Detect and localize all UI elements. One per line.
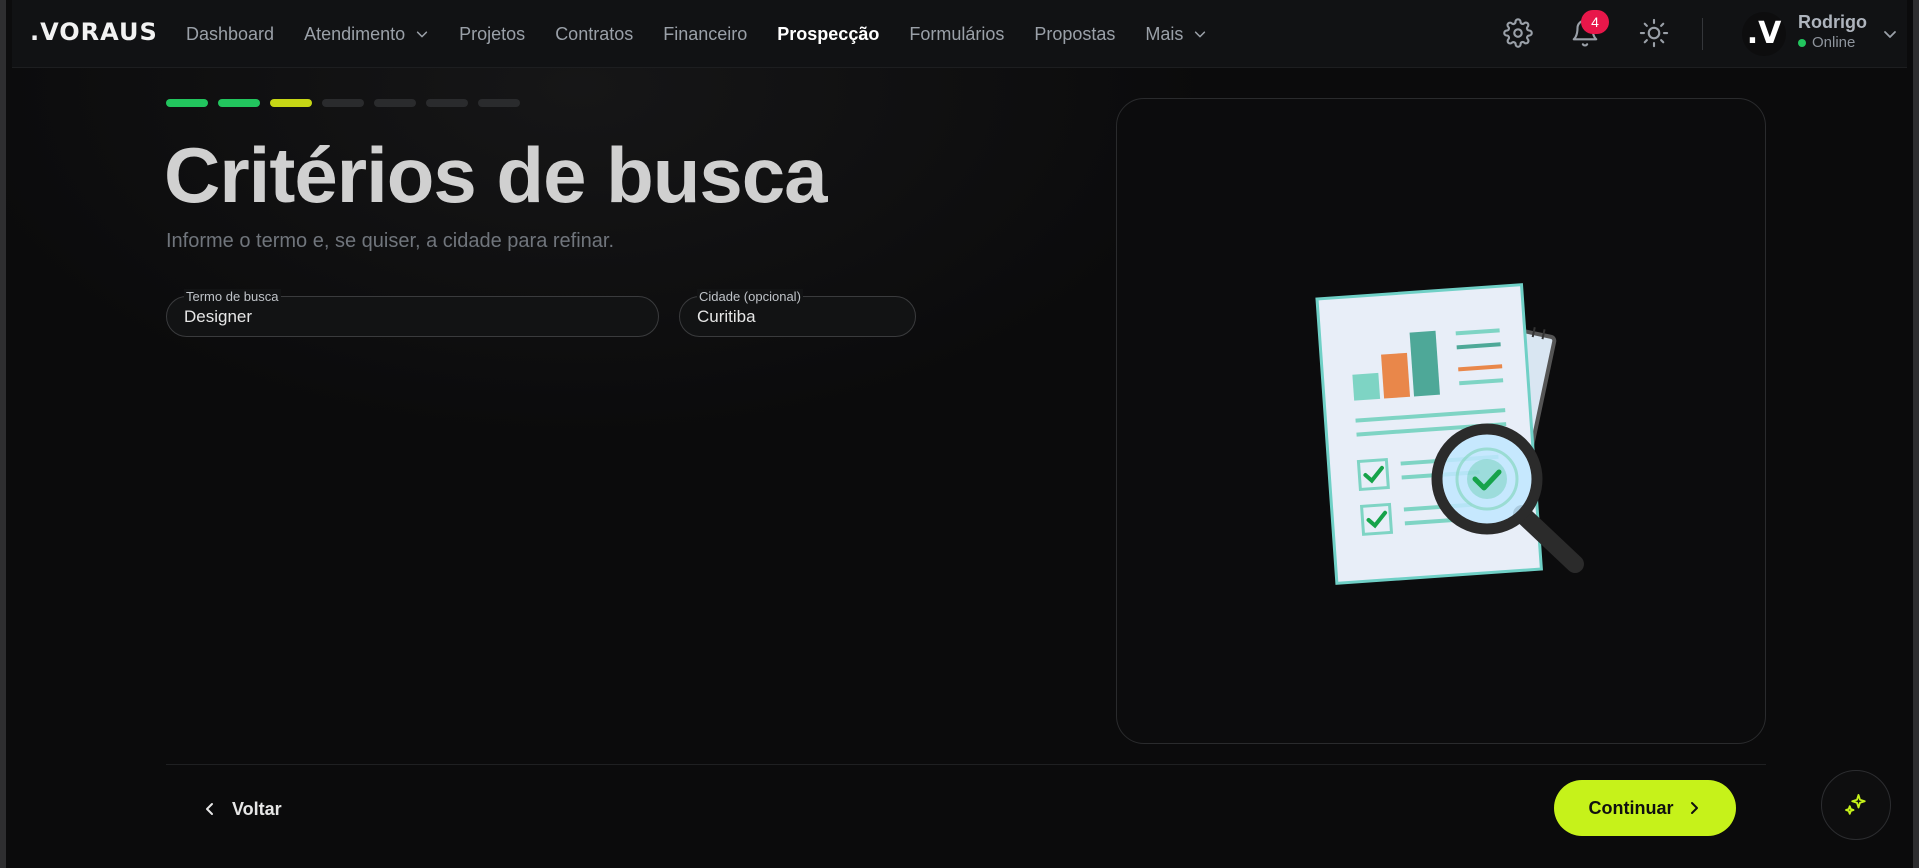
continue-button[interactable]: Continuar — [1554, 780, 1736, 836]
chevron-down-icon — [1195, 31, 1206, 38]
nav-item-label: Contratos — [555, 23, 634, 44]
page-title: Critérios de busca — [164, 131, 828, 219]
stepper-step — [166, 99, 208, 107]
search-term-label: Termo de busca — [184, 289, 281, 304]
ai-assistant-button[interactable] — [1821, 770, 1891, 840]
chevron-left-icon — [206, 803, 213, 815]
nav-item-label: Mais — [1145, 23, 1184, 44]
app-frame: .VORAUS Dashboard Atendimento Projetos Cont… — [0, 0, 1919, 868]
nav-item-contratos[interactable]: Contratos — [555, 24, 633, 45]
stepper-step — [322, 99, 364, 107]
continue-button-label: Continuar — [1588, 797, 1674, 818]
nav-item-financeiro[interactable]: Financeiro — [663, 24, 747, 45]
nav-item-label: Atendimento — [304, 23, 406, 44]
nav-item-label: Projetos — [459, 23, 526, 44]
sparkles-icon — [1845, 794, 1866, 815]
stepper-step — [218, 99, 260, 107]
chevron-down-icon — [416, 31, 428, 38]
illustration-card — [1116, 98, 1766, 744]
footer-divider — [166, 764, 1766, 765]
back-button-label: Voltar — [232, 798, 282, 819]
main-nav: Dashboard Atendimento Projetos Contratos Fin… — [186, 0, 1237, 68]
top-navigation: .VORAUS Dashboard Atendimento Projetos Cont… — [12, 0, 1907, 68]
city-label: Cidade (opcional) — [697, 289, 803, 304]
document-search-illustration — [1315, 283, 1584, 585]
user-avatar[interactable]: .V — [1742, 12, 1786, 56]
nav-item-atendimento[interactable]: Atendimento — [304, 24, 429, 45]
header-divider — [1702, 18, 1703, 50]
user-menu-chevron-down-icon[interactable] — [1882, 26, 1898, 42]
user-status: Online — [1798, 34, 1855, 51]
nav-item-formularios[interactable]: Formulários — [909, 24, 1004, 45]
stepper-step — [478, 99, 520, 107]
user-name[interactable]: Rodrigo — [1798, 12, 1867, 33]
chevron-right-icon — [1690, 802, 1698, 814]
user-status-label: Online — [1812, 34, 1856, 51]
nav-item-prospeccao[interactable]: Prospecção — [777, 24, 879, 45]
city-input[interactable] — [697, 307, 898, 327]
nav-item-label: Prospecção — [777, 23, 880, 44]
online-status-dot — [1798, 38, 1806, 47]
back-button[interactable]: Voltar — [202, 792, 282, 826]
nav-item-label: Dashboard — [186, 23, 275, 44]
nav-item-label: Propostas — [1034, 23, 1116, 44]
stepper-step — [374, 99, 416, 107]
settings-gear-icon[interactable] — [1503, 18, 1533, 48]
stepper-step — [270, 99, 312, 107]
nav-item-label: Financeiro — [663, 23, 748, 44]
theme-sun-icon[interactable] — [1639, 18, 1669, 48]
nav-item-label: Formulários — [909, 23, 1005, 44]
voraus-logo[interactable]: .VORAUS — [30, 18, 158, 46]
nav-item-dashboard[interactable]: Dashboard — [186, 24, 274, 45]
city-field: Cidade (opcional) — [679, 289, 916, 337]
stepper-step — [426, 99, 468, 107]
page-subtitle: Informe o termo e, se quiser, a cidade p… — [166, 230, 615, 252]
notification-count-badge: 4 — [1581, 10, 1609, 34]
nav-item-projetos[interactable]: Projetos — [459, 24, 525, 45]
progress-stepper — [166, 99, 530, 107]
nav-item-propostas[interactable]: Propostas — [1034, 24, 1115, 45]
search-term-input[interactable] — [184, 307, 641, 327]
search-term-field: Termo de busca — [166, 289, 659, 337]
nav-item-mais[interactable]: Mais — [1145, 24, 1207, 45]
